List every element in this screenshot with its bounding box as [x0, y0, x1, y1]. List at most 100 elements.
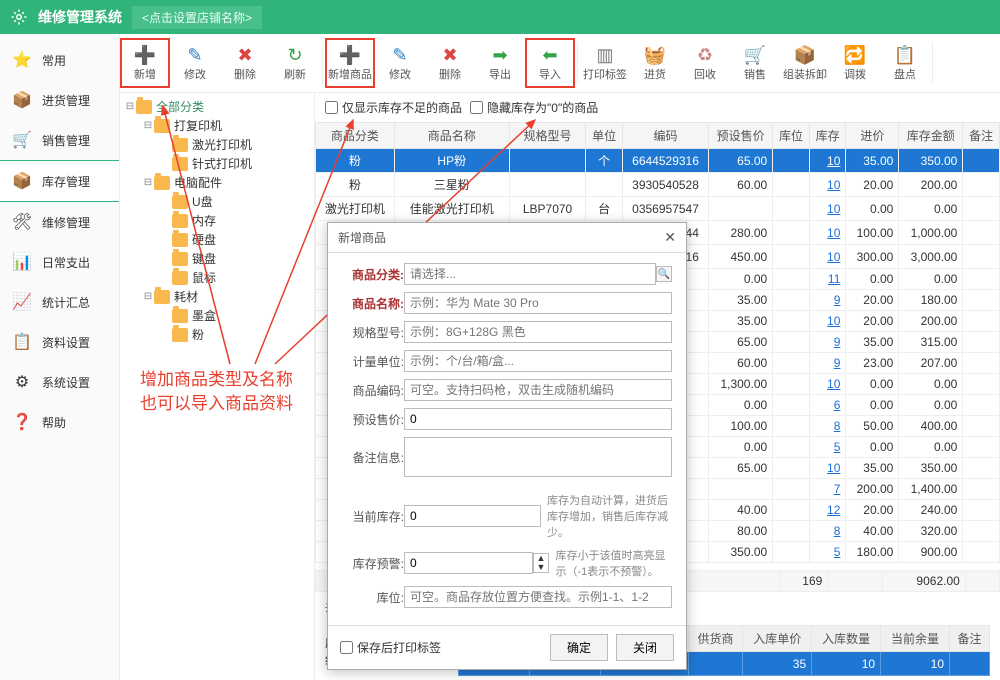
cell[interactable]: 10 — [809, 197, 846, 221]
toolbar-组装拆卸[interactable]: 📦组装拆卸 — [780, 38, 830, 88]
cell[interactable]: 9 — [809, 290, 846, 311]
cell: 40.00 — [846, 521, 899, 542]
sidebar-item-system[interactable]: ⚙系统设置 — [0, 362, 119, 402]
cell[interactable]: 12 — [809, 500, 846, 521]
sidebar-item-data[interactable]: 📋资料设置 — [0, 322, 119, 362]
sidebar-item-stock[interactable]: 📦库存管理 — [0, 160, 119, 202]
code-input[interactable] — [404, 379, 672, 401]
filter-zero-stock[interactable]: 隐藏库存为"0"的商品 — [470, 99, 598, 116]
checkbox-icon[interactable] — [470, 101, 483, 114]
cell[interactable]: 9 — [809, 353, 846, 374]
toolbar-新增[interactable]: ➕新增 — [120, 38, 170, 88]
tree-node[interactable]: U盘 — [120, 192, 314, 211]
stepper-icon[interactable]: ▲▼ — [533, 553, 550, 573]
cell[interactable]: 11 — [809, 269, 846, 290]
tree-node[interactable]: ⊟耗材 — [120, 287, 314, 306]
cell[interactable]: 10 — [809, 311, 846, 332]
checkbox-icon[interactable] — [340, 641, 353, 654]
remark-input[interactable] — [404, 437, 672, 477]
category-input[interactable] — [404, 263, 656, 285]
toolbar-回收[interactable]: ♻回收 — [680, 38, 730, 88]
toolbar-销售[interactable]: 🛒销售 — [730, 38, 780, 88]
sidebar-item-expense[interactable]: 📊日常支出 — [0, 242, 119, 282]
tree-node[interactable]: ⊟电脑配件 — [120, 173, 314, 192]
toolbar-删除[interactable]: ✖删除 — [220, 38, 270, 88]
price-input[interactable] — [404, 408, 672, 430]
tree-node[interactable]: 鼠标 — [120, 268, 314, 287]
sidebar-item-help[interactable]: ❓帮助 — [0, 402, 119, 442]
toolbar-调拨[interactable]: 🔁调拨 — [830, 38, 880, 88]
folder-icon — [172, 157, 188, 171]
spec-input[interactable] — [404, 321, 672, 343]
tree-toggle-icon[interactable]: ⊟ — [124, 101, 136, 112]
toolbar-刷新[interactable]: ↻刷新 — [270, 38, 320, 88]
ok-button[interactable]: 确定 — [550, 634, 608, 661]
toolbar-进货[interactable]: 🧺进货 — [630, 38, 680, 88]
cell — [963, 311, 1000, 332]
tree-node[interactable]: 硬盘 — [120, 230, 314, 249]
tree-node[interactable]: 键盘 — [120, 249, 314, 268]
sidebar-item-stats[interactable]: 📈统计汇总 — [0, 282, 119, 322]
cell[interactable]: 8 — [809, 416, 846, 437]
table-row[interactable]: 粉三星粉393054052860.001020.00200.00 — [316, 173, 1000, 197]
toolbar-修改[interactable]: ✎修改 — [375, 38, 425, 88]
loc-input[interactable] — [404, 586, 672, 608]
toolbar-icon: ✎ — [389, 44, 411, 66]
shop-name-setter[interactable]: <点击设置店铺名称> — [132, 6, 262, 29]
cell[interactable]: 8 — [809, 521, 846, 542]
toolbar-修改[interactable]: ✎修改 — [170, 38, 220, 88]
cell[interactable]: 10 — [809, 374, 846, 395]
checkbox-icon[interactable] — [325, 101, 338, 114]
filter-low-stock[interactable]: 仅显示库存不足的商品 — [325, 99, 462, 116]
table-row[interactable]: 粉HP粉个664452931665.001035.00350.00 — [316, 149, 1000, 173]
cell[interactable]: 10 — [809, 458, 846, 479]
toolbar-icon: 🛒 — [744, 44, 766, 66]
unit-input[interactable] — [404, 350, 672, 372]
toolbar-label: 导出 — [489, 66, 511, 82]
toolbar-新增商品[interactable]: ➕新增商品 — [325, 38, 375, 88]
cell[interactable]: 9 — [809, 332, 846, 353]
sidebar-item-common[interactable]: ⭐常用 — [0, 40, 119, 80]
cell[interactable]: 10 — [809, 149, 846, 173]
sidebar-item-purchase[interactable]: 📦进货管理 — [0, 80, 119, 120]
close-icon[interactable]: ✕ — [664, 229, 676, 246]
sidebar-label: 库存管理 — [42, 173, 90, 190]
toolbar-导入[interactable]: ⬅导入 — [525, 38, 575, 88]
toolbar-删除[interactable]: ✖删除 — [425, 38, 475, 88]
toolbar-导出[interactable]: ➡导出 — [475, 38, 525, 88]
cell[interactable]: 5 — [809, 542, 846, 563]
table-row[interactable]: 激光打印机佳能激光打印机LBP7070台0356957547100.000.00 — [316, 197, 1000, 221]
toolbar-盘点[interactable]: 📋盘点 — [880, 38, 930, 88]
sidebar-item-sales[interactable]: 🛒销售管理 — [0, 120, 119, 160]
cell[interactable]: 10 — [809, 173, 846, 197]
cell: 佳能激光打印机 — [394, 197, 509, 221]
tree-node[interactable]: ⊟打复印机 — [120, 116, 314, 135]
tree-toggle-icon[interactable]: ⊟ — [142, 291, 154, 302]
cell — [963, 149, 1000, 173]
save-print-checkbox[interactable]: 保存后打印标签 — [340, 639, 441, 656]
cancel-button[interactable]: 关闭 — [616, 634, 674, 661]
cell[interactable]: 6 — [809, 395, 846, 416]
cell[interactable]: 10 — [809, 245, 846, 269]
name-input[interactable] — [404, 292, 672, 314]
tree-node[interactable]: 墨盒 — [120, 306, 314, 325]
cell[interactable]: 10 — [809, 221, 846, 245]
sidebar-item-repair[interactable]: 🛠维修管理 — [0, 202, 119, 242]
tree-node[interactable]: ⊟全部分类 — [120, 97, 314, 116]
tree-toggle-icon[interactable]: ⊟ — [142, 120, 154, 131]
stock-input[interactable] — [404, 505, 541, 527]
tree-node[interactable]: 针式打印机 — [120, 154, 314, 173]
cell: 0356957547 — [622, 197, 708, 221]
tree-toggle-icon[interactable]: ⊟ — [142, 177, 154, 188]
toolbar-打印标签[interactable]: ▥打印标签 — [580, 38, 630, 88]
cell[interactable]: 5 — [809, 437, 846, 458]
search-icon[interactable]: 🔍 — [656, 266, 672, 282]
cell[interactable]: 7 — [809, 479, 846, 500]
warn-input[interactable] — [404, 552, 533, 574]
form-row: 商品名称: — [342, 292, 672, 314]
tree-node[interactable]: 激光打印机 — [120, 135, 314, 154]
tree-node[interactable]: 粉 — [120, 325, 314, 344]
folder-icon — [172, 138, 188, 152]
sidebar-label: 帮助 — [42, 414, 66, 431]
tree-node[interactable]: 内存 — [120, 211, 314, 230]
